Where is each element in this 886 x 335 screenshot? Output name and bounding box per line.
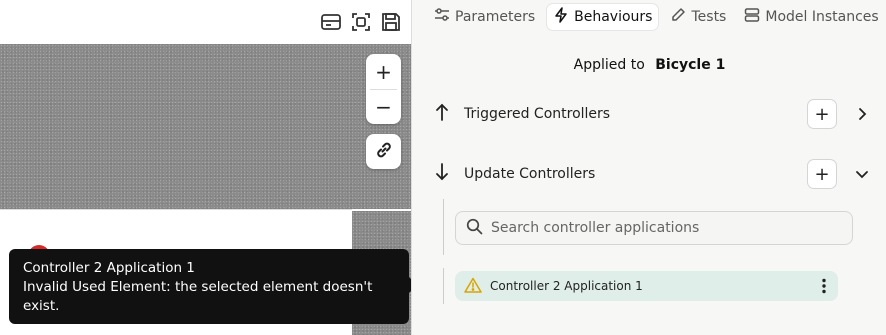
tooltip-title: Controller 2 Application 1 [23, 260, 195, 276]
link-icon [374, 140, 394, 164]
chevron-down-icon[interactable] [852, 164, 872, 184]
focus-frame-icon[interactable] [350, 11, 372, 33]
stack-icon [744, 7, 765, 27]
update-controllers-label: Update Controllers [464, 166, 596, 182]
tab-label: Behaviours [574, 9, 653, 25]
chevron-right-icon[interactable] [852, 104, 872, 124]
applied-prefix: Applied to [573, 57, 645, 73]
error-tooltip: Controller 2 Application 1 Invalid Used … [9, 249, 409, 324]
tab-tests[interactable]: Tests [664, 4, 732, 30]
add-update-controller-button[interactable]: + [807, 159, 837, 189]
search-input[interactable] [491, 220, 831, 236]
viewport-toolbar [0, 0, 411, 44]
pencil-icon [670, 7, 691, 27]
arrow-down-icon [432, 162, 452, 186]
add-triggered-controller-button[interactable]: + [807, 99, 837, 129]
tab-label: Parameters [455, 9, 536, 25]
warning-icon [464, 277, 482, 296]
sliders-icon [434, 7, 455, 27]
panel-tabs: Parameters Behaviours Tests Model Instan… [412, 0, 886, 34]
search-field [455, 211, 853, 245]
tree-guide-line [443, 268, 444, 304]
tab-model-instances[interactable]: Model Instances [738, 4, 884, 30]
tooltip-message: Invalid Used Element: the selected eleme… [23, 279, 373, 314]
tab-label: Tests [691, 9, 727, 25]
search-icon [466, 218, 483, 239]
triggered-controllers-label: Triggered Controllers [464, 106, 611, 122]
tree-guide-line [443, 199, 444, 255]
controller-application-label: Controller 2 Application 1 [490, 279, 643, 293]
tab-label: Model Instances [765, 9, 879, 25]
zoom-in-button[interactable]: + [366, 54, 401, 89]
applied-to-heading: Applied to Bicycle 1 [412, 57, 886, 73]
zoom-controls: + − [366, 54, 401, 124]
arrow-up-icon [432, 102, 452, 126]
update-controllers-section[interactable]: Update Controllers + [432, 159, 872, 189]
properties-panel: Parameters Behaviours Tests Model Instan… [411, 0, 886, 335]
controller-application-item[interactable]: Controller 2 Application 1 [455, 271, 838, 301]
viewport-panel: + − Controller 2 Application 1 Invalid U… [0, 0, 411, 335]
more-options-icon[interactable] [816, 276, 832, 296]
save-icon[interactable] [380, 11, 402, 33]
card-icon[interactable] [320, 11, 342, 33]
applied-target: Bicycle 1 [655, 57, 726, 73]
lightning-icon [553, 7, 574, 27]
link-button[interactable] [366, 134, 401, 169]
zoom-out-button[interactable]: − [366, 89, 401, 124]
tab-parameters[interactable]: Parameters [428, 4, 541, 30]
tab-behaviours[interactable]: Behaviours [547, 4, 659, 30]
triggered-controllers-section[interactable]: Triggered Controllers + [432, 99, 872, 129]
ground-surface[interactable] [0, 44, 411, 209]
